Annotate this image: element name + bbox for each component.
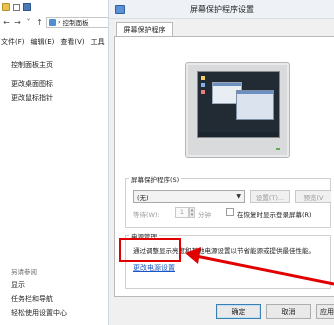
resume-checkbox-label: 在恢复时显示登录屏幕(R) — [237, 211, 312, 219]
monitor-icon — [115, 5, 125, 14]
see-also-taskbar-link[interactable]: 任务栏和导航 — [11, 294, 53, 304]
chevron-down-icon: ▼ — [236, 193, 241, 200]
chevron-down-icon[interactable]: ˅ — [24, 18, 33, 27]
desktop-icon — [201, 83, 205, 87]
dialog-titlebar[interactable]: 屏幕保护程序设置 — [109, 0, 334, 19]
ok-button[interactable]: 确定 — [216, 304, 261, 319]
settings-button[interactable]: 设置(T)... — [250, 190, 290, 203]
preview-taskbar — [198, 132, 279, 137]
see-also-heading: 另请参阅 — [11, 268, 37, 276]
screensaver-select[interactable]: (无) ▼ — [133, 190, 245, 203]
highlight-box — [119, 238, 181, 262]
change-mouse-pointers-link[interactable]: 更改鼠标指针 — [11, 93, 53, 103]
tab-screensaver[interactable]: 屏幕保护程序 — [116, 22, 173, 37]
preview-button[interactable]: 预览(V — [295, 190, 331, 203]
wait-label: 等待(W): — [133, 211, 160, 219]
up-arrow-icon[interactable]: ↑ — [35, 18, 44, 27]
breadcrumb-separator: › — [58, 18, 61, 26]
screensaver-group-label: 屏幕保护程序(S) — [129, 174, 182, 184]
menu-file[interactable]: 文件(F) — [1, 37, 25, 49]
see-also-ease-of-access-link[interactable]: 轻松使用设置中心 — [11, 308, 67, 318]
forward-arrow-icon[interactable]: → — [13, 18, 22, 27]
menu-bar: 文件(F) 编辑(E) 查看(V) 工具 — [0, 37, 120, 49]
cancel-button[interactable]: 取消 — [266, 304, 311, 319]
checkbox-icon[interactable] — [13, 3, 20, 11]
menu-edit[interactable]: 编辑(E) — [31, 37, 55, 49]
desktop-icon — [201, 90, 205, 94]
screensaver-group: 屏幕保护程序(S) (无) ▼ 设置(T)... 预览(V 等待(W): 1 ▲… — [125, 174, 331, 228]
address-bar-row: ← → ˅ ↑ › 控制面板 — [0, 15, 120, 29]
desktop-icon — [201, 76, 205, 80]
wait-minutes-input[interactable]: 1 — [175, 207, 189, 218]
apply-button[interactable]: 应用 — [316, 304, 334, 319]
quick-access-toolbar — [0, 0, 120, 14]
back-arrow-icon[interactable]: ← — [2, 18, 11, 27]
properties-icon[interactable] — [23, 3, 31, 11]
change-power-settings-link[interactable]: 更改电源设置 — [133, 263, 175, 273]
control-panel-home-link[interactable]: 控制面板主页 — [11, 60, 53, 70]
screensaver-selected-value: (无) — [137, 193, 149, 202]
screensaver-settings-dialog: 屏幕保护程序设置 屏幕保护程序 屏幕保护程序(S) (无) ▼ 设置(T)...… — [108, 0, 334, 325]
folder-icon — [2, 3, 10, 11]
control-panel-icon — [49, 18, 56, 26]
preview-window — [236, 90, 274, 120]
menu-tools[interactable]: 工具 — [91, 37, 105, 49]
resume-checkbox[interactable] — [226, 208, 234, 216]
change-desktop-icons-link[interactable]: 更改桌面图标 — [11, 79, 53, 89]
power-led-icon — [276, 148, 280, 150]
monitor-preview — [185, 62, 290, 158]
see-also-display-link[interactable]: 显示 — [11, 280, 25, 290]
screen-preview — [197, 71, 280, 138]
dialog-title: 屏幕保护程序设置 — [190, 4, 254, 14]
menu-view[interactable]: 查看(V) — [60, 37, 84, 49]
wait-unit-label: 分钟 — [198, 211, 211, 219]
breadcrumb-control-panel[interactable]: 控制面板 — [63, 18, 89, 27]
wait-spinner[interactable]: ▲ ▼ — [189, 207, 195, 218]
